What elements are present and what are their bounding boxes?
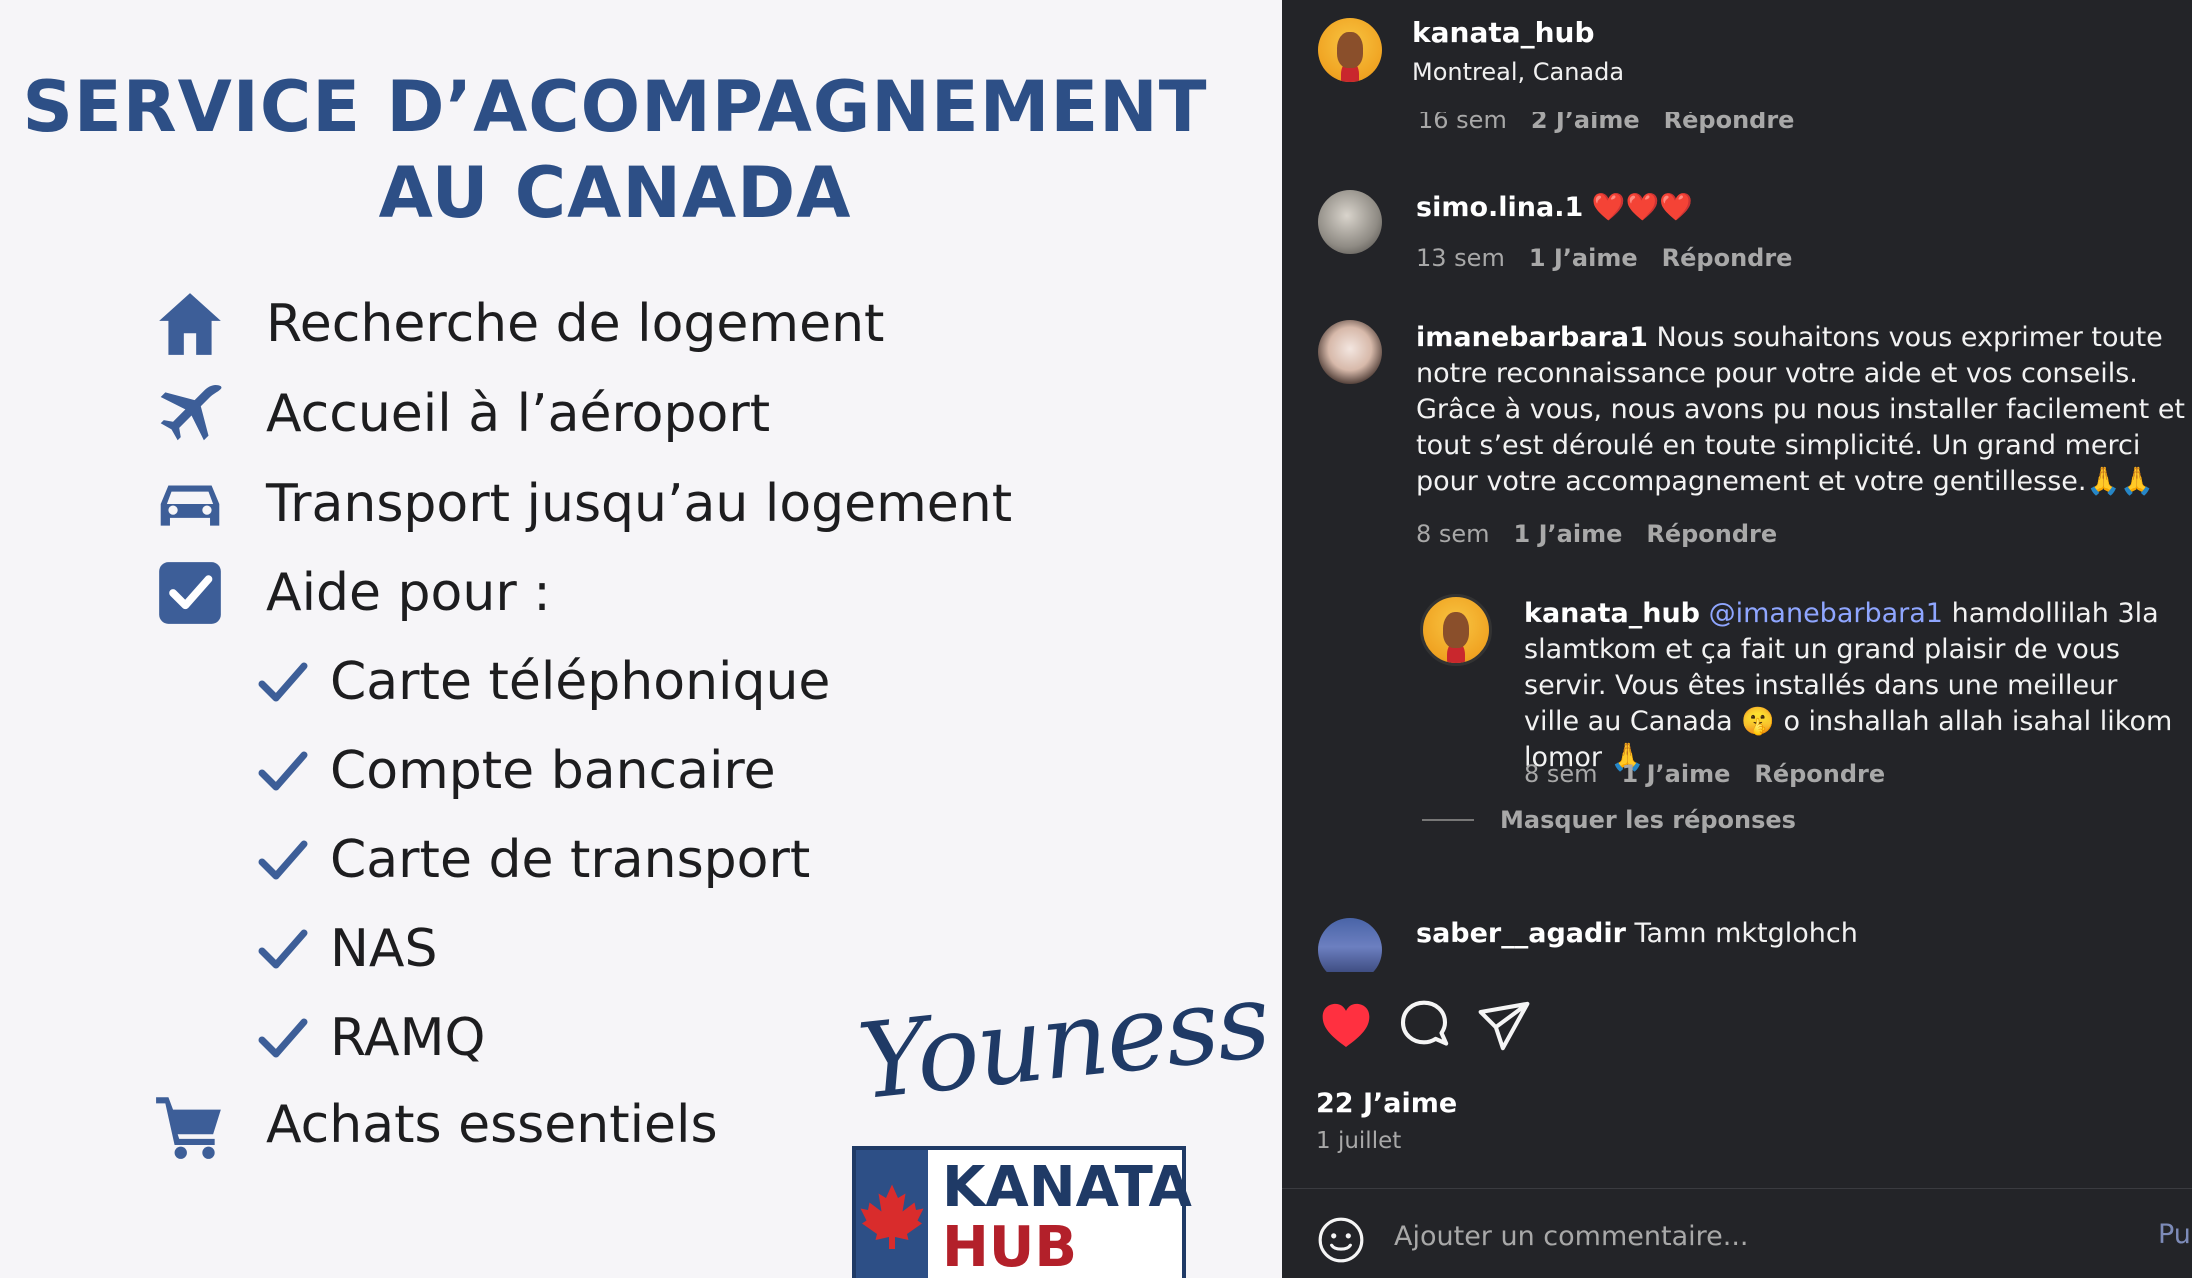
comment-meta: 13 sem 1 J’aime Répondre [1416,244,1792,272]
service-item: Transport jusqu’au logement [150,464,1012,544]
sub-item-label: Carte de transport [330,830,811,890]
post-title-line2: AU CANADA [378,152,852,234]
reply-button[interactable]: Répondre [1662,244,1793,272]
service-label: Accueil à l’aéroport [266,384,771,444]
sub-item-label: Compte bancaire [330,741,776,801]
service-item: Accueil à l’aéroport [150,374,770,454]
reply-button[interactable]: Répondre [1646,520,1777,548]
comments-list[interactable]: 16 sem 2 J’aime Répondre simo.lina.1 ❤️❤… [1282,112,2192,972]
comment-meta: 8 sem 1 J’aime Répondre [1416,520,1777,548]
post-date: 1 juillet [1316,1128,1402,1154]
hide-replies-label: Masquer les réponses [1500,806,1796,834]
reply-button[interactable]: Répondre [1664,112,1795,134]
service-label: Transport jusqu’au logement [266,474,1013,534]
maple-leaf-icon [856,1150,928,1278]
comment-time: 8 sem [1524,760,1598,788]
logo-line2: HUB [942,1215,1078,1278]
avatar[interactable] [1420,594,1492,666]
comment-input[interactable] [1394,1209,2094,1263]
send-icon[interactable] [1476,998,1532,1054]
comment-time: 16 sem [1418,112,1507,134]
comment-time: 8 sem [1416,520,1490,548]
check-icon [258,1012,310,1064]
sub-item-label: RAMQ [330,1008,486,1068]
logo-line1: KANATA [942,1155,1192,1220]
comment-meta: 16 sem 2 J’aime Répondre [1418,112,1794,134]
avatar[interactable] [1318,320,1382,384]
service-item: Aide pour : [150,553,551,633]
divider [1422,819,1474,821]
kanata-hub-logo: KANATA HUB [852,1146,1192,1278]
post-comment-button[interactable]: Pu [2158,1219,2191,1250]
service-label: Recherche de logement [266,294,885,354]
comment-meta: 8 sem 1 J’aime Répondre [1524,760,1885,788]
service-label: Achats essentiels [266,1095,718,1155]
cart-icon [150,1085,230,1165]
car-icon [150,464,230,544]
sub-item: RAMQ [258,1008,485,1068]
avatar[interactable] [1318,918,1382,972]
service-label: Aide pour : [266,563,551,623]
comment-text: ❤️❤️❤️ [1591,192,1693,223]
hide-replies-button[interactable]: Masquer les réponses [1422,806,1796,834]
comment-username[interactable]: kanata_hub [1524,598,1700,629]
add-comment-bar: Pu [1282,1188,2192,1278]
comment-username[interactable]: imanebarbara1 [1416,322,1648,353]
comment-likes[interactable]: 2 J’aime [1531,112,1640,134]
heart-icon[interactable] [1318,998,1374,1054]
post-header: kanata_hub Montreal, Canada [1282,0,2192,112]
comments-panel: kanata_hub Montreal, Canada 16 sem 2 J’a… [1282,0,2192,1278]
sub-item: NAS [258,919,437,979]
sub-item-label: Carte téléphonique [330,652,831,712]
avatar[interactable] [1318,190,1382,254]
sub-item: Carte de transport [258,830,810,890]
comment-likes[interactable]: 1 J’aime [1622,760,1731,788]
service-item: Recherche de logement [150,284,884,364]
comment-body: saber__agadir Tamn mktglohch [1416,916,2156,952]
check-icon [258,656,310,708]
comment-time: 13 sem [1416,244,1505,272]
header-username[interactable]: kanata_hub [1412,16,1595,49]
mention-link[interactable]: @imanebarbara1 [1709,598,1943,629]
post-title-line1: SERVICE D’ACOMPAGNEMENT [22,66,1208,148]
smiley-icon[interactable] [1316,1215,1366,1265]
check-icon [258,923,310,975]
comment-body: simo.lina.1 ❤️❤️❤️ [1416,190,2156,226]
sub-item-label: NAS [330,919,438,979]
check-icon [258,745,310,797]
avatar[interactable] [1318,18,1382,82]
comment-likes[interactable]: 1 J’aime [1514,520,1623,548]
service-item: Achats essentiels [150,1085,718,1165]
airplane-icon [150,374,230,454]
comment-icon[interactable] [1396,998,1452,1054]
likes-count[interactable]: 22 J’aime [1316,1088,1457,1119]
reply-body: kanata_hub @imanebarbara1 hamdollilah 3l… [1524,596,2180,776]
checkbox-icon [150,553,230,633]
check-icon [258,834,310,886]
reply-button[interactable]: Répondre [1754,760,1885,788]
sub-item: Carte téléphonique [258,652,830,712]
comment-text: Tamn mktglohch [1634,918,1858,949]
header-location[interactable]: Montreal, Canada [1412,58,1624,86]
comment-username[interactable]: saber__agadir [1416,918,1626,949]
sub-item: Compte bancaire [258,741,776,801]
signature: Youness [852,958,1274,1124]
post-image: SERVICE D’ACOMPAGNEMENT AU CANADA Recher… [0,0,1282,1278]
comment-body: imanebarbara1 Nous souhaitons vous expri… [1416,320,2186,500]
post-actions: 22 J’aime 1 juillet [1282,970,2192,1190]
comment-likes[interactable]: 1 J’aime [1529,244,1638,272]
comment-username[interactable]: simo.lina.1 [1416,192,1583,223]
house-icon [150,284,230,364]
